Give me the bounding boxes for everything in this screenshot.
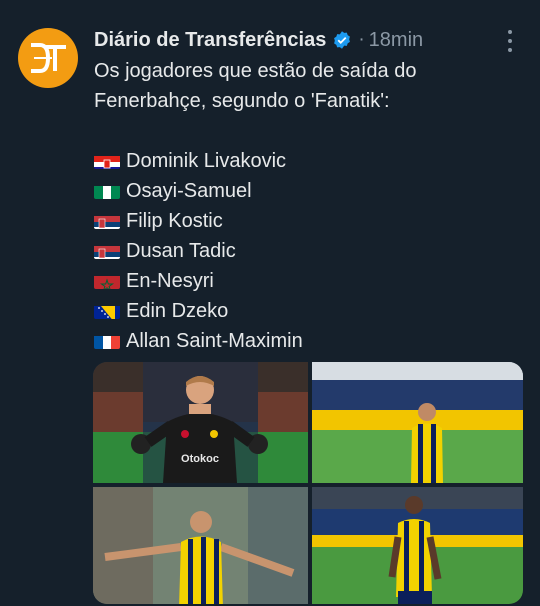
tweet-text-line: Os jogadores que estão de saída do <box>94 60 417 82</box>
author-name[interactable]: Diário de Transferências <box>94 29 326 52</box>
media-grid: Otokoc <box>93 362 523 604</box>
verified-badge-icon <box>334 31 351 49</box>
player-name: Dominik Livakovic <box>126 150 287 172</box>
dt-logo-icon <box>31 43 66 73</box>
bosnia-flag-icon <box>94 302 120 319</box>
player-stadium-photo-1[interactable] <box>312 362 523 483</box>
player-name: Osayi-Samuel <box>126 180 252 202</box>
player-name: En-Nesyri <box>126 270 214 292</box>
player-item: Osayi-Samuel <box>94 176 514 206</box>
player-list: Dominik Livakovic Osayi-Samuel Filip Kos… <box>94 146 514 356</box>
morocco-flag-icon <box>94 272 120 289</box>
tweet-text: Os jogadores que estão de saída do Fener… <box>94 56 514 356</box>
player-name: Edin Dzeko <box>126 300 229 322</box>
separator-dot: · <box>358 29 365 50</box>
player-item: Edin Dzeko <box>94 296 514 326</box>
player-stadium-photo-2[interactable] <box>312 487 523 604</box>
player-item: Allan Saint-Maximin <box>94 326 514 356</box>
player-item: Filip Kostic <box>94 206 514 236</box>
player-item: Dusan Tadic <box>94 236 514 266</box>
player-name: Dusan Tadic <box>126 240 236 262</box>
player-name: Allan Saint-Maximin <box>126 330 303 352</box>
france-flag-icon <box>94 332 120 349</box>
croatia-flag-icon <box>94 152 120 169</box>
author-avatar[interactable] <box>18 28 78 88</box>
goalkeeper-photo[interactable]: Otokoc <box>93 362 308 483</box>
player-name: Filip Kostic <box>126 210 223 232</box>
serbia-flag-icon <box>94 242 120 259</box>
player-item: Dominik Livakovic <box>94 146 514 176</box>
nigeria-flag-icon <box>94 182 120 199</box>
shirt-sponsor-text: Otokoc <box>181 453 219 465</box>
tweet-timestamp[interactable]: 18min <box>369 29 423 52</box>
player-item: En-Nesyri <box>94 266 514 296</box>
more-options-icon[interactable] <box>500 30 520 52</box>
tweet-text-line: Fenerbahçe, segundo o 'Fanatik': <box>94 90 390 112</box>
striker-celebration-photo[interactable] <box>93 487 308 604</box>
serbia-flag-icon <box>94 212 120 229</box>
tweet-header: Diário de Transferências · 18min <box>94 27 423 53</box>
